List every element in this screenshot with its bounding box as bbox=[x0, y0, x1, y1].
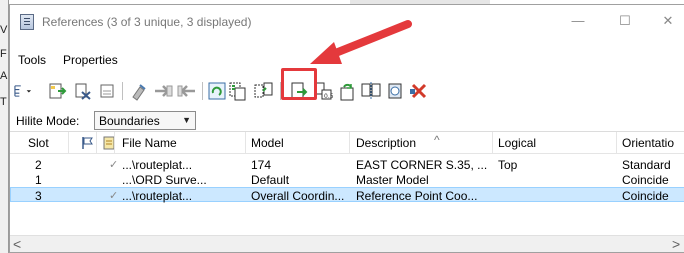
column-divider[interactable] bbox=[68, 132, 69, 154]
attach-reference-icon[interactable] bbox=[46, 80, 68, 102]
cell-model: Default bbox=[251, 173, 290, 187]
cell-logical: Top bbox=[498, 158, 518, 172]
column-description[interactable]: Description bbox=[356, 136, 416, 150]
rotate-reference-icon[interactable] bbox=[336, 80, 358, 102]
toolbar-separator bbox=[202, 82, 203, 100]
hilite-mode-label: Hilite Mode: bbox=[16, 114, 80, 128]
cell-orientation: Coincide bbox=[622, 189, 669, 203]
table-row-selected[interactable]: 3 ✓ ...\routeplat... Overall Coordin... … bbox=[10, 187, 684, 203]
cell-description: EAST CORNER S.35, ... bbox=[356, 158, 488, 172]
column-divider[interactable] bbox=[492, 132, 493, 154]
cell-file-name: ...\ORD Surve... bbox=[122, 173, 207, 187]
reload-all-icon[interactable] bbox=[176, 80, 198, 102]
hilite-mode-select[interactable]: Boundaries ▼ bbox=[94, 111, 196, 130]
column-divider[interactable] bbox=[616, 132, 617, 154]
scroll-left-button[interactable]: < bbox=[13, 237, 21, 252]
move-reference-icon[interactable] bbox=[252, 80, 274, 102]
annotation-arrow bbox=[310, 20, 412, 64]
detach-reference-icon[interactable] bbox=[72, 80, 94, 102]
cell-file-name: ...\routeplat... bbox=[122, 189, 193, 203]
cell-orientation: Coincide bbox=[622, 173, 669, 187]
mirror-reference-icon[interactable] bbox=[360, 80, 382, 102]
clip-boundary-icon[interactable] bbox=[384, 80, 406, 102]
cell-description: Reference Point Coo... bbox=[356, 189, 478, 203]
tree-dropdown-icon[interactable] bbox=[12, 80, 42, 102]
strip-text: V bbox=[0, 24, 8, 36]
column-divider[interactable] bbox=[114, 132, 115, 154]
cell-model: Overall Coordin... bbox=[251, 189, 345, 203]
column-slot[interactable]: Slot bbox=[28, 136, 49, 150]
column-divider[interactable] bbox=[245, 132, 246, 154]
cell-file-name: ...\routeplat... bbox=[122, 158, 193, 172]
cell-orientation: Standard bbox=[622, 158, 671, 172]
window-title: References (3 of 3 unique, 3 displayed) bbox=[42, 15, 252, 29]
table-header: Slot File Name Model Description ^ Logic… bbox=[10, 132, 684, 154]
chevron-down-icon: ▼ bbox=[182, 115, 191, 125]
column-divider[interactable] bbox=[96, 132, 97, 154]
check-icon: ✓ bbox=[109, 190, 119, 202]
menu-properties[interactable]: Properties bbox=[63, 53, 118, 67]
cell-slot: 1 bbox=[35, 173, 42, 187]
detach-all-icon[interactable] bbox=[96, 80, 118, 102]
cell-description: Master Model bbox=[356, 173, 429, 187]
column-orientation[interactable]: Orientatio bbox=[622, 136, 674, 150]
cell-model: 174 bbox=[251, 158, 272, 172]
strip-text: A bbox=[0, 70, 8, 82]
cell-slot: 2 bbox=[35, 158, 42, 172]
references-app-icon bbox=[20, 14, 34, 30]
table-row[interactable]: 2 ✓ ...\routeplat... 174 EAST CORNER S.3… bbox=[10, 157, 684, 172]
strip-text: T bbox=[0, 96, 7, 108]
reload-reference-icon[interactable] bbox=[128, 80, 150, 102]
references-table: Slot File Name Model Description ^ Logic… bbox=[10, 131, 684, 231]
column-file-name[interactable]: File Name bbox=[122, 136, 177, 150]
toolbar: 0.5 bbox=[10, 77, 684, 107]
column-model[interactable]: Model bbox=[251, 136, 284, 150]
horizontal-scrollbar[interactable]: < > bbox=[10, 235, 684, 252]
scroll-right-button[interactable]: > bbox=[672, 237, 680, 252]
exchange-reference-icon[interactable] bbox=[152, 80, 174, 102]
maximize-button[interactable]: ☐ bbox=[612, 11, 638, 31]
delete-clip-icon[interactable] bbox=[408, 80, 430, 102]
column-logical[interactable]: Logical bbox=[498, 136, 536, 150]
minimize-button[interactable]: — bbox=[565, 11, 591, 31]
rotate-view-icon[interactable] bbox=[206, 80, 228, 102]
table-row[interactable]: 1 ...\ORD Surve... Default Master Model … bbox=[10, 172, 684, 187]
sort-ascending-icon: ^ bbox=[434, 133, 440, 147]
check-icon: ✓ bbox=[109, 159, 119, 171]
hilite-mode-value: Boundaries bbox=[99, 114, 160, 128]
column-divider[interactable] bbox=[349, 132, 350, 154]
strip-text: F bbox=[0, 48, 7, 60]
svg-text:0.5: 0.5 bbox=[324, 93, 334, 100]
toolbar-separator bbox=[122, 82, 123, 100]
flag-column-icon[interactable] bbox=[80, 136, 94, 153]
copy-attachment-icon[interactable] bbox=[226, 80, 248, 102]
close-button[interactable]: ✕ bbox=[655, 11, 681, 31]
background-app-strip: V F A T bbox=[0, 0, 9, 253]
cell-slot: 3 bbox=[35, 189, 42, 203]
hilite-mode-row: Hilite Mode: Boundaries ▼ bbox=[10, 111, 684, 131]
menu-tools[interactable]: Tools bbox=[18, 53, 46, 67]
